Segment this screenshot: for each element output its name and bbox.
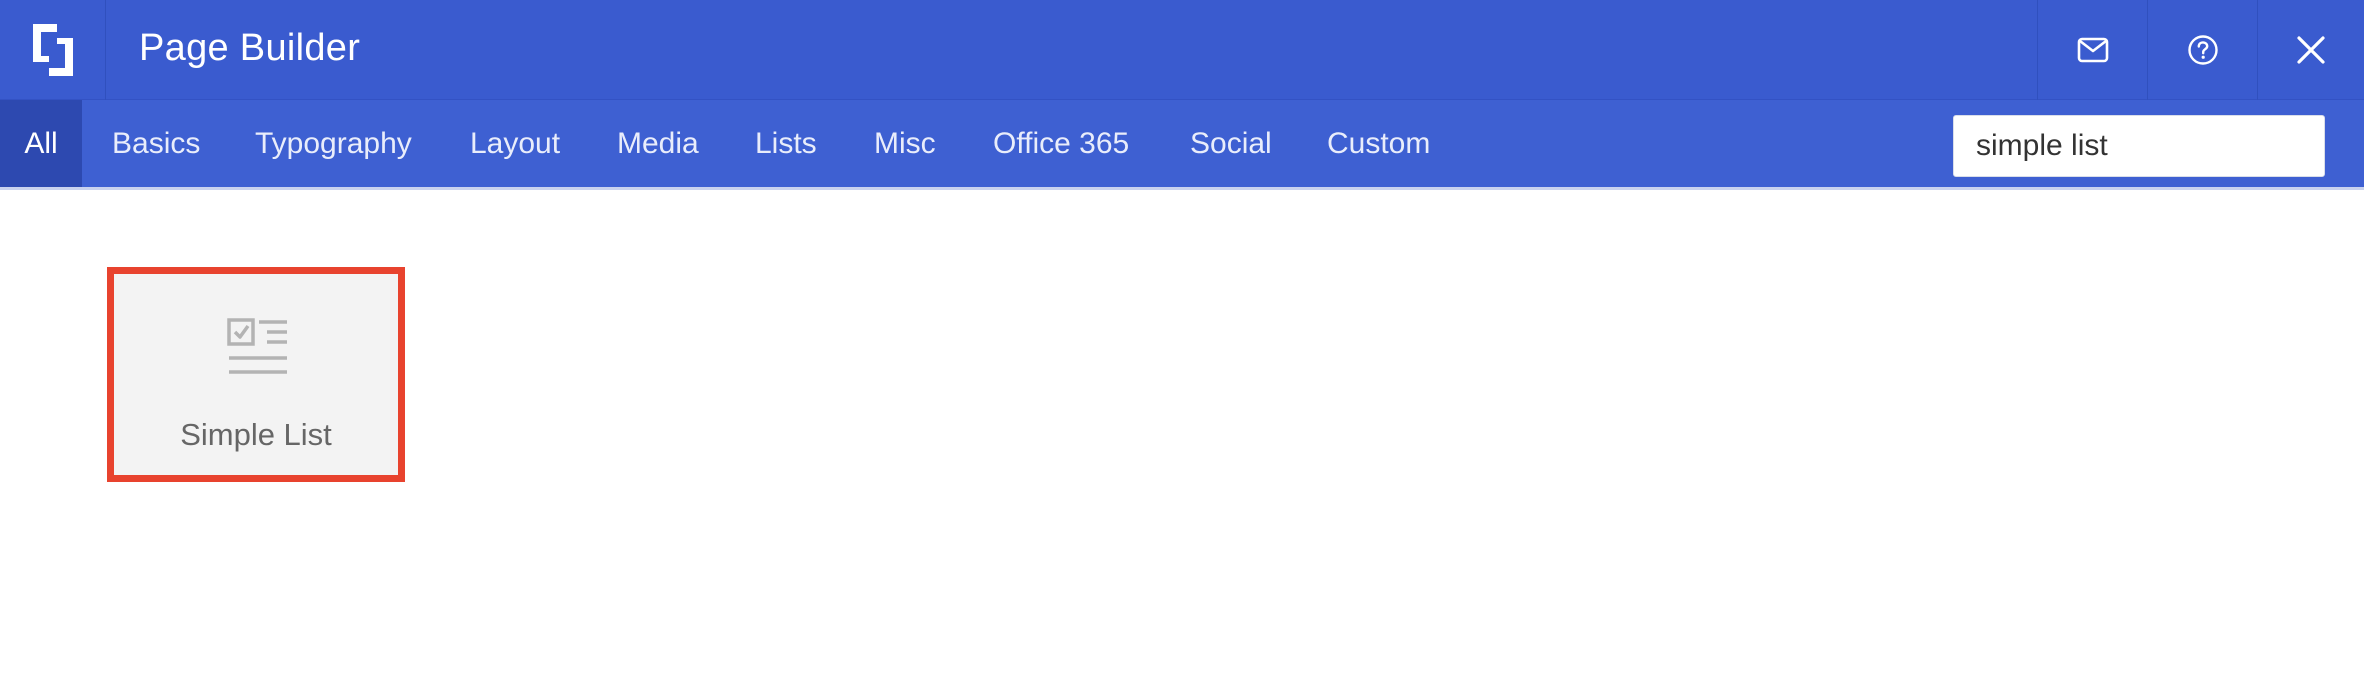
mail-icon [2077,37,2108,63]
tab-layout[interactable]: Layout [470,100,560,187]
close-icon [2297,36,2325,64]
tab-social[interactable]: Social [1190,100,1272,187]
question-circle-icon [2187,35,2218,65]
close-button[interactable] [2257,0,2364,100]
widget-label: Simple List [180,417,332,452]
checklist-icon [227,318,287,374]
app-header: Page Builder [0,0,2364,100]
logo [0,0,106,100]
tab-misc[interactable]: Misc [874,100,936,187]
tab-office-365[interactable]: Office 365 [993,100,1129,187]
app-title: Page Builder [139,27,361,69]
tab-media[interactable]: Media [617,100,699,187]
tab-all[interactable]: All [0,100,82,187]
help-button[interactable] [2147,0,2257,100]
tab-custom[interactable]: Custom [1327,100,1430,187]
widget-card-simple-list[interactable]: Simple List [107,267,405,482]
mail-button[interactable] [2037,0,2147,100]
page-builder-logo-icon [32,24,73,76]
tab-typography[interactable]: Typography [255,100,412,187]
tab-basics[interactable]: Basics [112,100,200,187]
tab-lists[interactable]: Lists [755,100,817,187]
search-input[interactable] [1953,115,2325,177]
